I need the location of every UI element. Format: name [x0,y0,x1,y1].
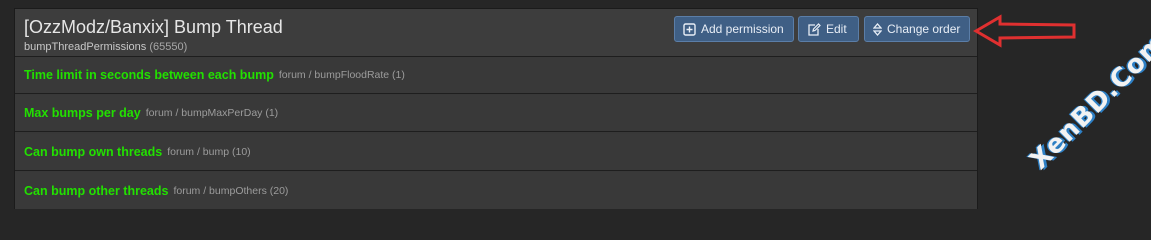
permission-key: forum / bump (10) [167,146,251,158]
add-permission-button[interactable]: Add permission [674,16,794,42]
permission-row[interactable]: Can bump other threads forum / bumpOther… [15,172,977,209]
permission-row[interactable]: Can bump own threads forum / bump (10) [15,134,977,171]
permission-group-subtitle: bumpThreadPermissions (65550) [24,41,187,53]
permission-name: Can bump other threads [24,183,169,198]
watermark: XenBD.Com [1024,27,1151,176]
permission-group-id: (65550) [149,41,188,53]
permission-key: forum / bumpFloodRate (1) [278,69,405,81]
panel-header: [OzzModz/Banxix] Bump Thread bumpThreadP… [15,9,977,57]
change-order-label: Change order [887,22,961,36]
permission-name: Can bump own threads [24,145,163,159]
annotation-arrow-icon [972,14,1080,53]
permission-key: forum / bumpOthers (20) [173,184,289,197]
permission-key: forum / bumpMaxPerDay (1) [145,107,279,119]
edit-icon [807,22,821,36]
edit-button[interactable]: Edit [798,16,859,42]
sort-icon [873,22,882,36]
edit-label: Edit [826,22,847,36]
page-title: [OzzModz/Banxix] Bump Thread [24,17,283,37]
permission-group-panel: [OzzModz/Banxix] Bump Thread bumpThreadP… [14,8,978,209]
change-order-button[interactable]: Change order [864,16,970,42]
permission-row[interactable]: Max bumps per day forum / bumpMaxPerDay … [15,95,977,132]
permission-group-key: bumpThreadPermissions [24,41,147,53]
permission-row[interactable]: Time limit in seconds between each bump … [15,57,977,94]
add-permission-label: Add permission [701,22,784,36]
plus-square-icon [683,22,696,36]
permission-name: Max bumps per day [24,106,141,120]
permission-name: Time limit in seconds between each bump [24,68,274,82]
